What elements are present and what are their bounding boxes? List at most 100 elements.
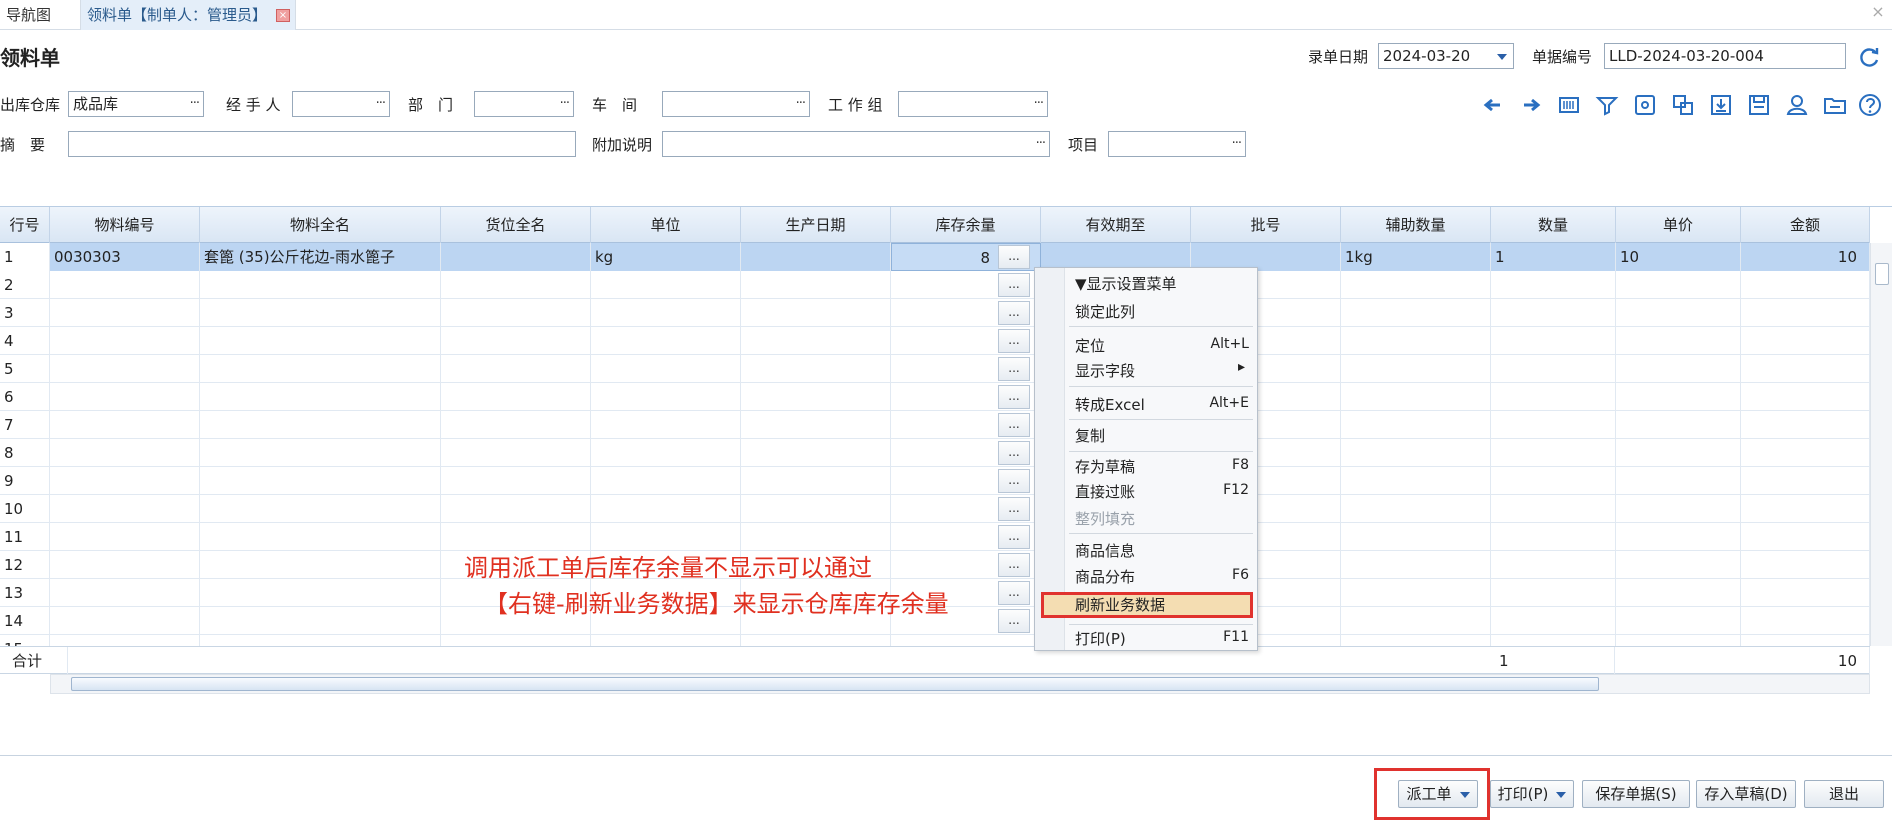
table-cell[interactable] [1616, 271, 1741, 299]
table-cell[interactable] [50, 635, 200, 646]
table-cell[interactable] [441, 411, 591, 439]
table-cell[interactable] [1491, 327, 1616, 355]
barcode-icon[interactable] [1556, 92, 1582, 118]
table-cell[interactable] [1741, 271, 1870, 299]
browse-icon[interactable]: ··· [1034, 92, 1044, 116]
menu-item-show-fields[interactable]: 显示字段 [1075, 360, 1135, 381]
table-cell[interactable] [741, 635, 891, 646]
menu-item-locate[interactable]: 定位 [1075, 335, 1105, 356]
table-cell[interactable] [741, 299, 891, 327]
table-cell[interactable] [1741, 635, 1870, 646]
table-cell[interactable] [1341, 467, 1491, 495]
tab-close-icon[interactable]: × [276, 9, 290, 22]
folder-icon[interactable] [1822, 92, 1848, 118]
ellipsis-button[interactable]: ... [998, 301, 1030, 325]
ellipsis-button[interactable]: ... [998, 609, 1030, 633]
table-cell[interactable] [741, 327, 891, 355]
col-header-code[interactable]: 物料编号 [50, 207, 200, 243]
table-cell[interactable] [891, 635, 1041, 646]
browse-icon[interactable]: ··· [190, 92, 200, 116]
table-row[interactable]: 2 [0, 271, 1870, 299]
col-header-qty[interactable]: 数量 [1491, 207, 1616, 243]
arrow-left-icon[interactable] [1480, 92, 1506, 118]
table-cell[interactable] [50, 439, 200, 467]
col-header-name[interactable]: 物料全名 [200, 207, 441, 243]
ellipsis-button[interactable]: ... [998, 497, 1030, 521]
table-cell[interactable] [1616, 607, 1741, 635]
browse-icon[interactable]: ··· [560, 92, 570, 116]
ellipsis-button[interactable]: ... [998, 357, 1030, 381]
table-cell[interactable] [1491, 551, 1616, 579]
table-cell[interactable] [200, 355, 441, 383]
cell-code[interactable]: 0030303 [50, 243, 200, 271]
ellipsis-button[interactable]: ... [998, 581, 1030, 605]
table-cell[interactable] [1616, 327, 1741, 355]
table-cell[interactable] [741, 439, 891, 467]
table-cell[interactable] [1616, 383, 1741, 411]
table-cell[interactable] [50, 411, 200, 439]
table-cell[interactable] [1616, 467, 1741, 495]
col-header-expiry[interactable]: 有效期至 [1041, 207, 1191, 243]
browse-icon[interactable]: ··· [376, 92, 386, 116]
horizontal-scroll-thumb[interactable] [71, 677, 1599, 691]
browse-icon[interactable]: ··· [796, 92, 806, 116]
arrow-right-icon[interactable] [1518, 92, 1544, 118]
table-cell[interactable] [1491, 579, 1616, 607]
menu-item-refresh-business-data[interactable]: 刷新业务数据 [1041, 592, 1253, 618]
table-cell[interactable] [200, 299, 441, 327]
table-cell[interactable] [200, 327, 441, 355]
handler-field[interactable]: ··· [292, 91, 390, 117]
table-cell[interactable] [1341, 299, 1491, 327]
table-cell[interactable] [1491, 467, 1616, 495]
table-cell[interactable] [1741, 383, 1870, 411]
table-cell[interactable] [741, 383, 891, 411]
print-button[interactable]: 打印(P) [1490, 780, 1574, 808]
save-button[interactable]: 保存单据(S) [1582, 780, 1690, 808]
table-cell[interactable] [1341, 523, 1491, 551]
cell-amount[interactable]: 10 [1741, 243, 1870, 271]
col-header-batch[interactable]: 批号 [1191, 207, 1341, 243]
menu-item-to-excel[interactable]: 转成Excel [1075, 394, 1145, 415]
table-row[interactable]: 12 [0, 551, 1870, 579]
browse-icon[interactable]: ··· [1036, 132, 1046, 156]
horizontal-scrollbar[interactable] [50, 674, 1870, 694]
table-cell[interactable] [1491, 355, 1616, 383]
refresh-icon[interactable] [1856, 44, 1882, 70]
menu-item-product-info[interactable]: 商品信息 [1075, 540, 1135, 561]
cell-qty[interactable]: 1 [1491, 243, 1616, 271]
table-cell[interactable] [1341, 439, 1491, 467]
team-field[interactable]: ··· [898, 91, 1048, 117]
table-cell[interactable] [200, 495, 441, 523]
table-cell[interactable] [1616, 299, 1741, 327]
table-cell[interactable] [591, 327, 741, 355]
summary-field[interactable] [68, 131, 576, 157]
table-cell[interactable] [1741, 551, 1870, 579]
table-cell[interactable] [1741, 495, 1870, 523]
col-header-stock[interactable]: 库存余量 [891, 207, 1041, 243]
warehouse-field[interactable]: 成品库 ··· [68, 91, 204, 117]
menu-item-display-settings[interactable]: ▼显示设置菜单 [1075, 273, 1177, 294]
table-cell[interactable] [1341, 495, 1491, 523]
table-cell[interactable] [1491, 635, 1616, 646]
table-row[interactable]: 3 [0, 299, 1870, 327]
table-cell[interactable] [200, 635, 441, 646]
table-cell[interactable] [1741, 439, 1870, 467]
table-cell[interactable] [200, 579, 441, 607]
browse-icon[interactable]: ··· [1232, 132, 1242, 156]
table-cell[interactable] [1491, 607, 1616, 635]
table-cell[interactable] [200, 523, 441, 551]
table-cell[interactable] [1491, 411, 1616, 439]
table-cell[interactable] [1616, 355, 1741, 383]
chevron-down-icon[interactable] [1497, 54, 1507, 60]
cell-mfg-date[interactable] [741, 243, 891, 271]
cell-aux-qty[interactable]: 1kg [1341, 243, 1491, 271]
table-cell[interactable] [591, 383, 741, 411]
table-cell[interactable] [1616, 495, 1741, 523]
table-cell[interactable] [441, 383, 591, 411]
save-icon[interactable] [1746, 92, 1772, 118]
table-cell[interactable] [1341, 635, 1491, 646]
tab-navigation[interactable]: 导航图 [0, 0, 57, 30]
table-cell[interactable] [50, 327, 200, 355]
table-cell[interactable] [591, 467, 741, 495]
table-cell[interactable] [200, 607, 441, 635]
